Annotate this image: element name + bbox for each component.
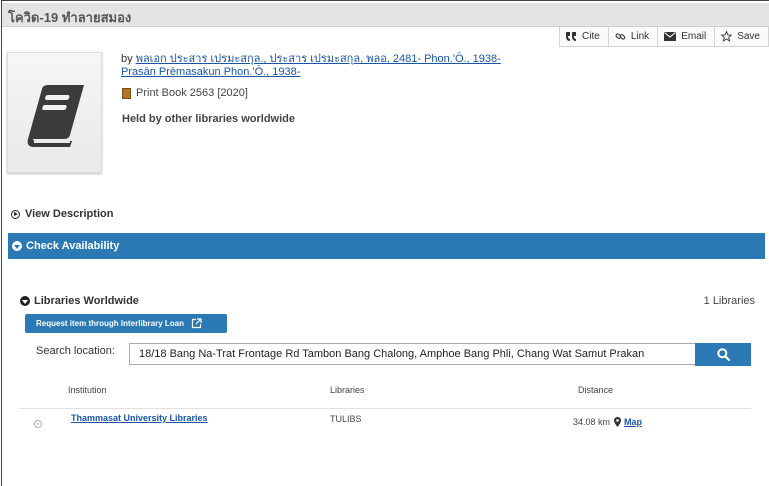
envelope-icon xyxy=(664,32,677,41)
quote-icon xyxy=(566,32,577,41)
libraries-worldwide-label: Libraries Worldwide xyxy=(34,295,139,307)
cite-button[interactable]: Cite xyxy=(559,27,609,47)
search-location-label: Search location: xyxy=(36,345,115,357)
link-button[interactable]: Link xyxy=(607,27,659,47)
row-select-radio[interactable] xyxy=(34,420,42,428)
column-header-distance[interactable]: Distance xyxy=(578,385,613,395)
book-icon xyxy=(27,85,84,147)
distance-cell: 34.08 km Map xyxy=(573,417,642,427)
library-code: TULIBS xyxy=(330,414,362,424)
search-location-input[interactable] xyxy=(129,343,696,365)
title-bar: โควิด-19 ทำลายสมอง xyxy=(2,3,769,27)
map-marker-icon xyxy=(614,417,622,427)
link-label: Link xyxy=(630,31,650,42)
search-icon xyxy=(716,348,730,361)
check-availability-header[interactable]: Check Availability xyxy=(8,233,765,259)
star-icon xyxy=(721,31,733,42)
column-header-institution[interactable]: Institution xyxy=(68,385,107,395)
map-link[interactable]: Map xyxy=(624,417,642,427)
authors: by พลเอก ประสาร เปรมะสกุล., ประสาร เปรมะ… xyxy=(121,53,541,79)
interlibrary-loan-button[interactable]: Request item through Interlibrary Loan xyxy=(25,314,227,333)
view-description-toggle[interactable]: View Description xyxy=(11,208,113,220)
table-divider xyxy=(20,408,751,409)
view-description-label: View Description xyxy=(25,208,114,220)
cite-label: Cite xyxy=(582,31,600,42)
check-availability-label: Check Availability xyxy=(26,240,120,252)
link-icon xyxy=(615,33,626,40)
page-title: โควิด-19 ทำลายสมอง xyxy=(8,10,132,25)
author-link-2[interactable]: Prasān Prēmasakun Phon.'Ō., 1938- xyxy=(121,66,300,78)
institution-link[interactable]: Thammasat University Libraries xyxy=(71,413,208,423)
column-header-libraries[interactable]: Libraries xyxy=(330,385,365,395)
external-link-icon xyxy=(191,318,202,329)
search-button[interactable] xyxy=(695,343,751,366)
libraries-count: 1 Libraries xyxy=(703,295,755,307)
libraries-worldwide-toggle[interactable]: Libraries Worldwide xyxy=(20,295,139,307)
author-link-1[interactable]: พลเอก ประสาร เปรมะสกุล., ประสาร เปรมะสกุ… xyxy=(136,53,501,65)
action-toolbar: Cite Link Email Save xyxy=(559,27,769,47)
distance-value: 34.08 km xyxy=(573,417,611,427)
book-cover[interactable] xyxy=(7,52,102,173)
email-label: Email xyxy=(681,31,707,42)
save-button[interactable]: Save xyxy=(714,27,769,47)
held-by-text: Held by other libraries worldwide xyxy=(122,113,295,125)
format-line: Print Book 2563 [2020] xyxy=(122,87,248,99)
email-button[interactable]: Email xyxy=(657,27,716,47)
chevron-circle-down-icon xyxy=(12,241,22,251)
interlibrary-loan-label: Request item through Interlibrary Loan xyxy=(36,319,185,328)
play-circle-icon xyxy=(11,209,20,219)
save-label: Save xyxy=(737,31,760,42)
format-label: Print Book 2563 [2020] xyxy=(136,87,248,99)
chevron-circle-down-icon xyxy=(20,296,30,306)
by-prefix: by xyxy=(121,53,136,65)
print-book-icon xyxy=(122,87,131,99)
